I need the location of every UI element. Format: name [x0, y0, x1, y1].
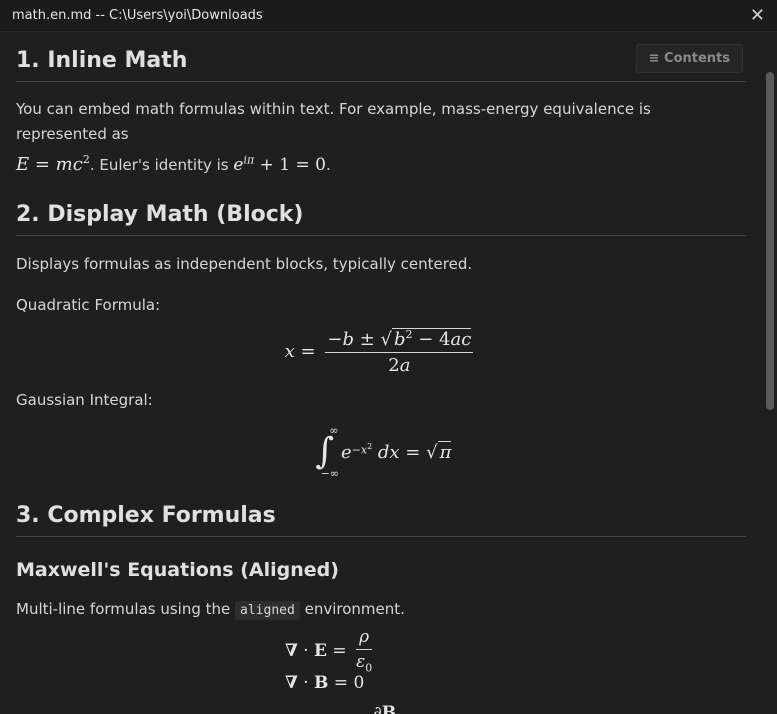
document-body: 1. Inline Math You can embed math formul…: [0, 33, 762, 714]
gaussian-integral: ∞ ∫ −∞ e −x2 dx = √ π: [315, 424, 452, 480]
text-segment: You can embed math formulas within text.…: [16, 100, 651, 143]
section-heading-display-math: 2. Display Math (Block): [16, 202, 746, 236]
subheading-maxwell: Maxwell's Equations (Aligned): [16, 559, 339, 581]
text-segment: . Euler's identity is: [89, 156, 229, 174]
section-heading-inline-math: 1. Inline Math: [16, 48, 746, 82]
app-window: math.en.md -- C:\Users\yoi\Downloads ✕ ≡…: [0, 0, 777, 714]
math-emc2: E = mc2: [16, 153, 90, 175]
text-segment: environment.: [304, 600, 405, 618]
title-bar: math.en.md -- C:\Users\yoi\Downloads ✕: [0, 0, 777, 32]
math-euler: eiπ + 1 = 0: [233, 153, 326, 175]
gaussian-label: Gaussian Integral:: [16, 391, 153, 409]
paragraph-text: You can embed math formulas within text.…: [16, 97, 746, 147]
scrollbar-thumb[interactable]: [766, 72, 774, 410]
equation-gauss: ∇ · E = ρ ε0: [285, 627, 373, 675]
paragraph-text-continued: E = mc2. Euler's identity is eiπ + 1 = 0…: [16, 147, 746, 178]
inline-code: aligned: [235, 601, 300, 620]
aligned-paragraph: Multi-line formulas using the aligned en…: [16, 597, 746, 623]
text-segment: Multi-line formulas using the: [16, 600, 231, 618]
display-math-intro: Displays formulas as independent blocks,…: [16, 255, 473, 273]
quadratic-formula: x = −b ± √ b2 − 4ac 2a: [284, 328, 474, 376]
inline-math-paragraph: You can embed math formulas within text.…: [16, 97, 746, 178]
window-title: math.en.md -- C:\Users\yoi\Downloads: [12, 8, 263, 23]
quadratic-label: Quadratic Formula:: [16, 296, 161, 314]
equation-gauss-magnetism: ∇ · B = 0: [285, 673, 365, 693]
text-segment: .: [325, 156, 331, 174]
section-heading-complex: 3. Complex Formulas: [16, 503, 746, 537]
close-icon[interactable]: ✕: [750, 6, 765, 25]
equation-faraday-partial: ∂B: [373, 703, 397, 714]
maxwell-equations: ∇ · E = ρ ε0 ∇ · B = 0 ∂B: [285, 627, 746, 714]
